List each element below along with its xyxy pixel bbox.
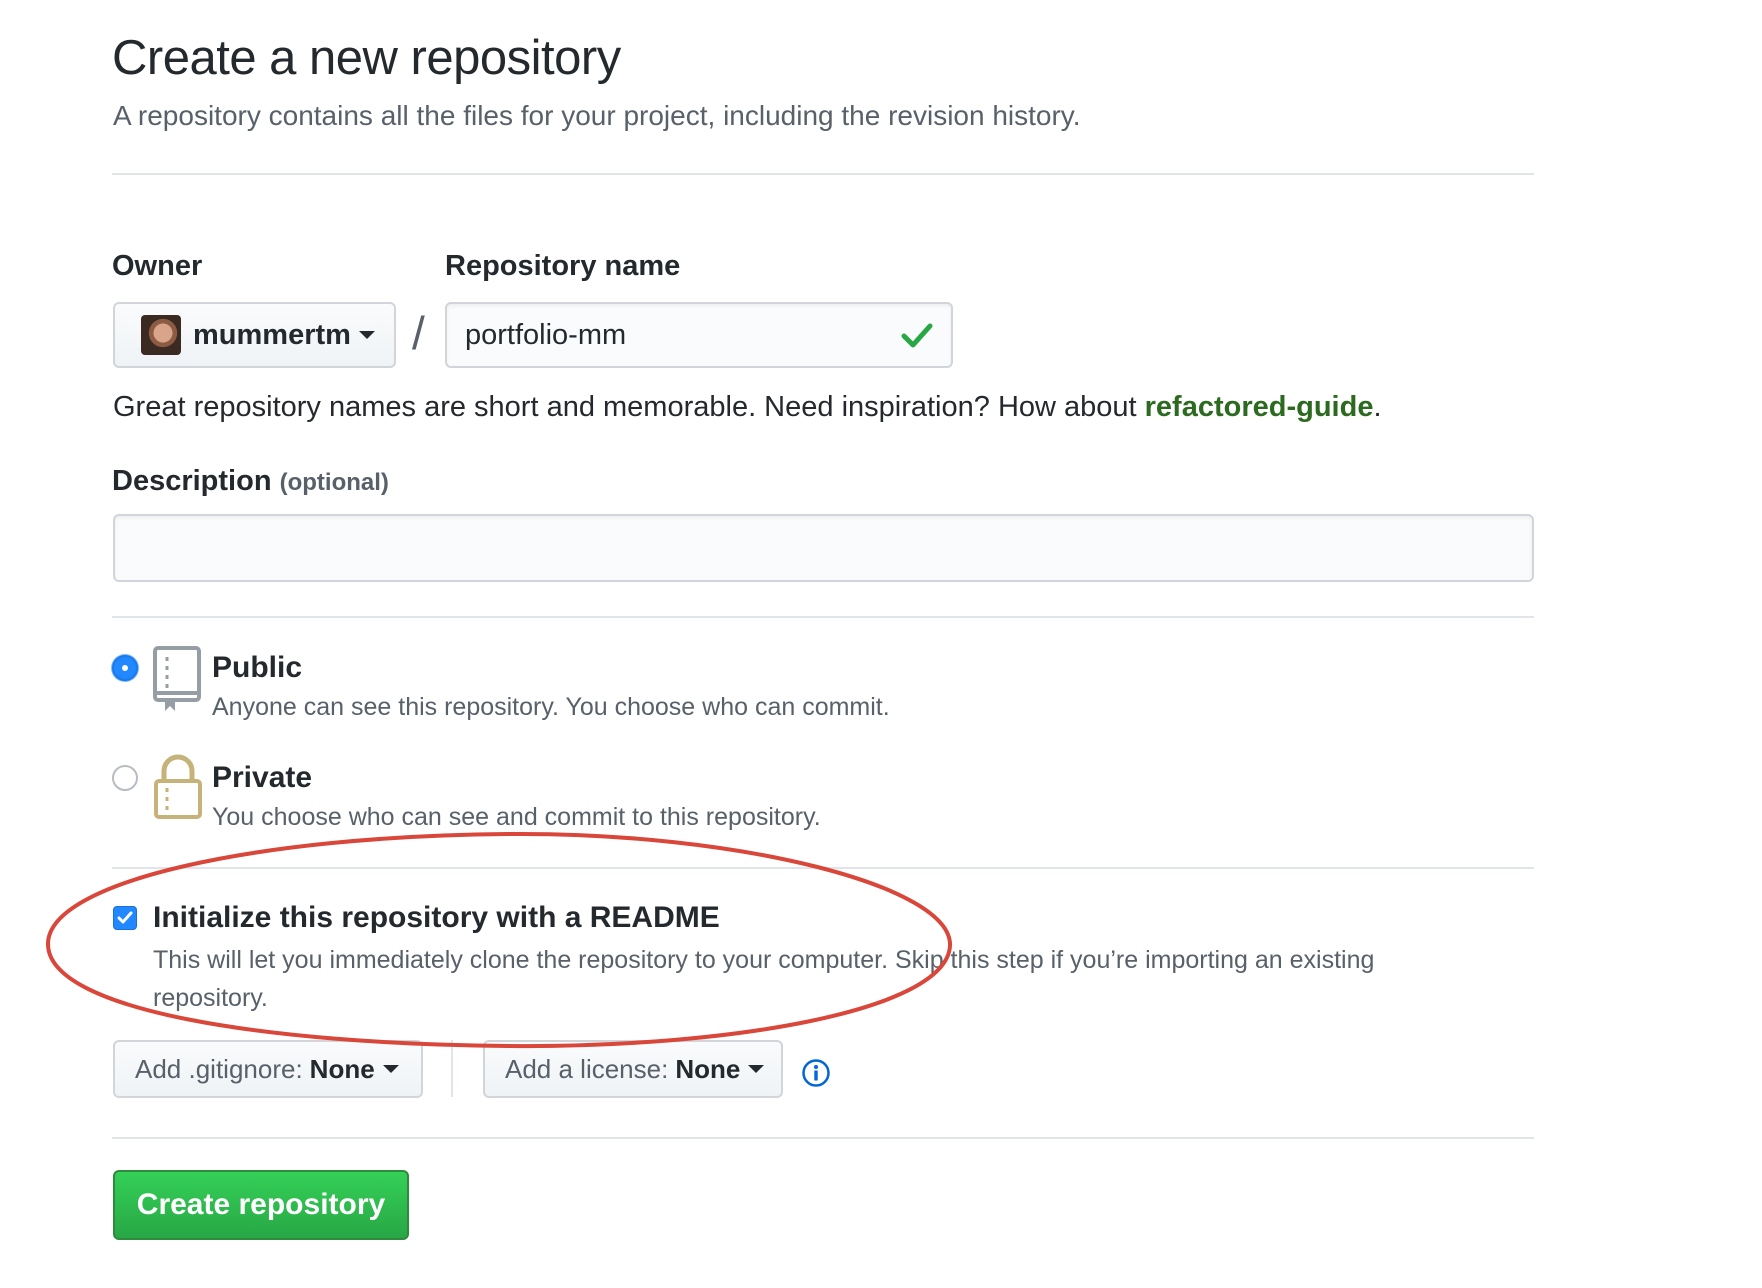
name-hint: Great repository names are short and mem… — [113, 391, 1382, 424]
annotation-ellipse — [45, 831, 953, 1049]
owner-name: mummertm — [193, 318, 351, 351]
chevron-down-icon — [748, 1065, 765, 1073]
gitignore-prefix: Add .gitignore: — [135, 1053, 303, 1084]
public-title: Public — [212, 651, 303, 684]
description-input[interactable] — [113, 514, 1534, 582]
private-radio[interactable] — [112, 765, 138, 791]
license-value: None — [675, 1053, 741, 1084]
create-repository-button[interactable]: Create repository — [113, 1170, 409, 1240]
description-label: Description (optional) — [112, 465, 389, 498]
name-suggestion-link[interactable]: refactored-guide — [1145, 391, 1374, 423]
page-title: Create a new repository — [112, 31, 621, 85]
gitignore-value: None — [309, 1053, 375, 1084]
chevron-down-icon — [358, 331, 375, 339]
chevron-down-icon — [382, 1065, 399, 1073]
description-label-text: Description — [112, 465, 272, 497]
divider — [112, 616, 1534, 618]
license-prefix: Add a license: — [505, 1053, 669, 1084]
avatar — [141, 315, 181, 355]
name-hint-suffix: . — [1373, 391, 1382, 423]
divider — [112, 173, 1534, 175]
repository-name-input[interactable] — [445, 302, 953, 368]
info-icon[interactable] — [801, 1058, 831, 1088]
name-hint-text: Great repository names are short and mem… — [113, 391, 1145, 423]
owner-repo-separator: / — [412, 307, 425, 359]
owner-label: Owner — [112, 250, 203, 282]
page-subtitle: A repository contains all the files for … — [113, 100, 1081, 131]
public-radio[interactable] — [112, 655, 138, 681]
owner-select[interactable]: mummertm — [113, 302, 396, 368]
divider — [112, 1137, 1534, 1139]
repo-book-icon — [153, 646, 201, 711]
lock-icon — [154, 754, 202, 819]
optional-tag: (optional) — [279, 469, 389, 496]
repository-name-label: Repository name — [445, 250, 681, 282]
private-title: Private — [212, 761, 313, 794]
checkmark-icon — [901, 323, 933, 348]
public-description: Anyone can see this repository. You choo… — [212, 693, 890, 721]
